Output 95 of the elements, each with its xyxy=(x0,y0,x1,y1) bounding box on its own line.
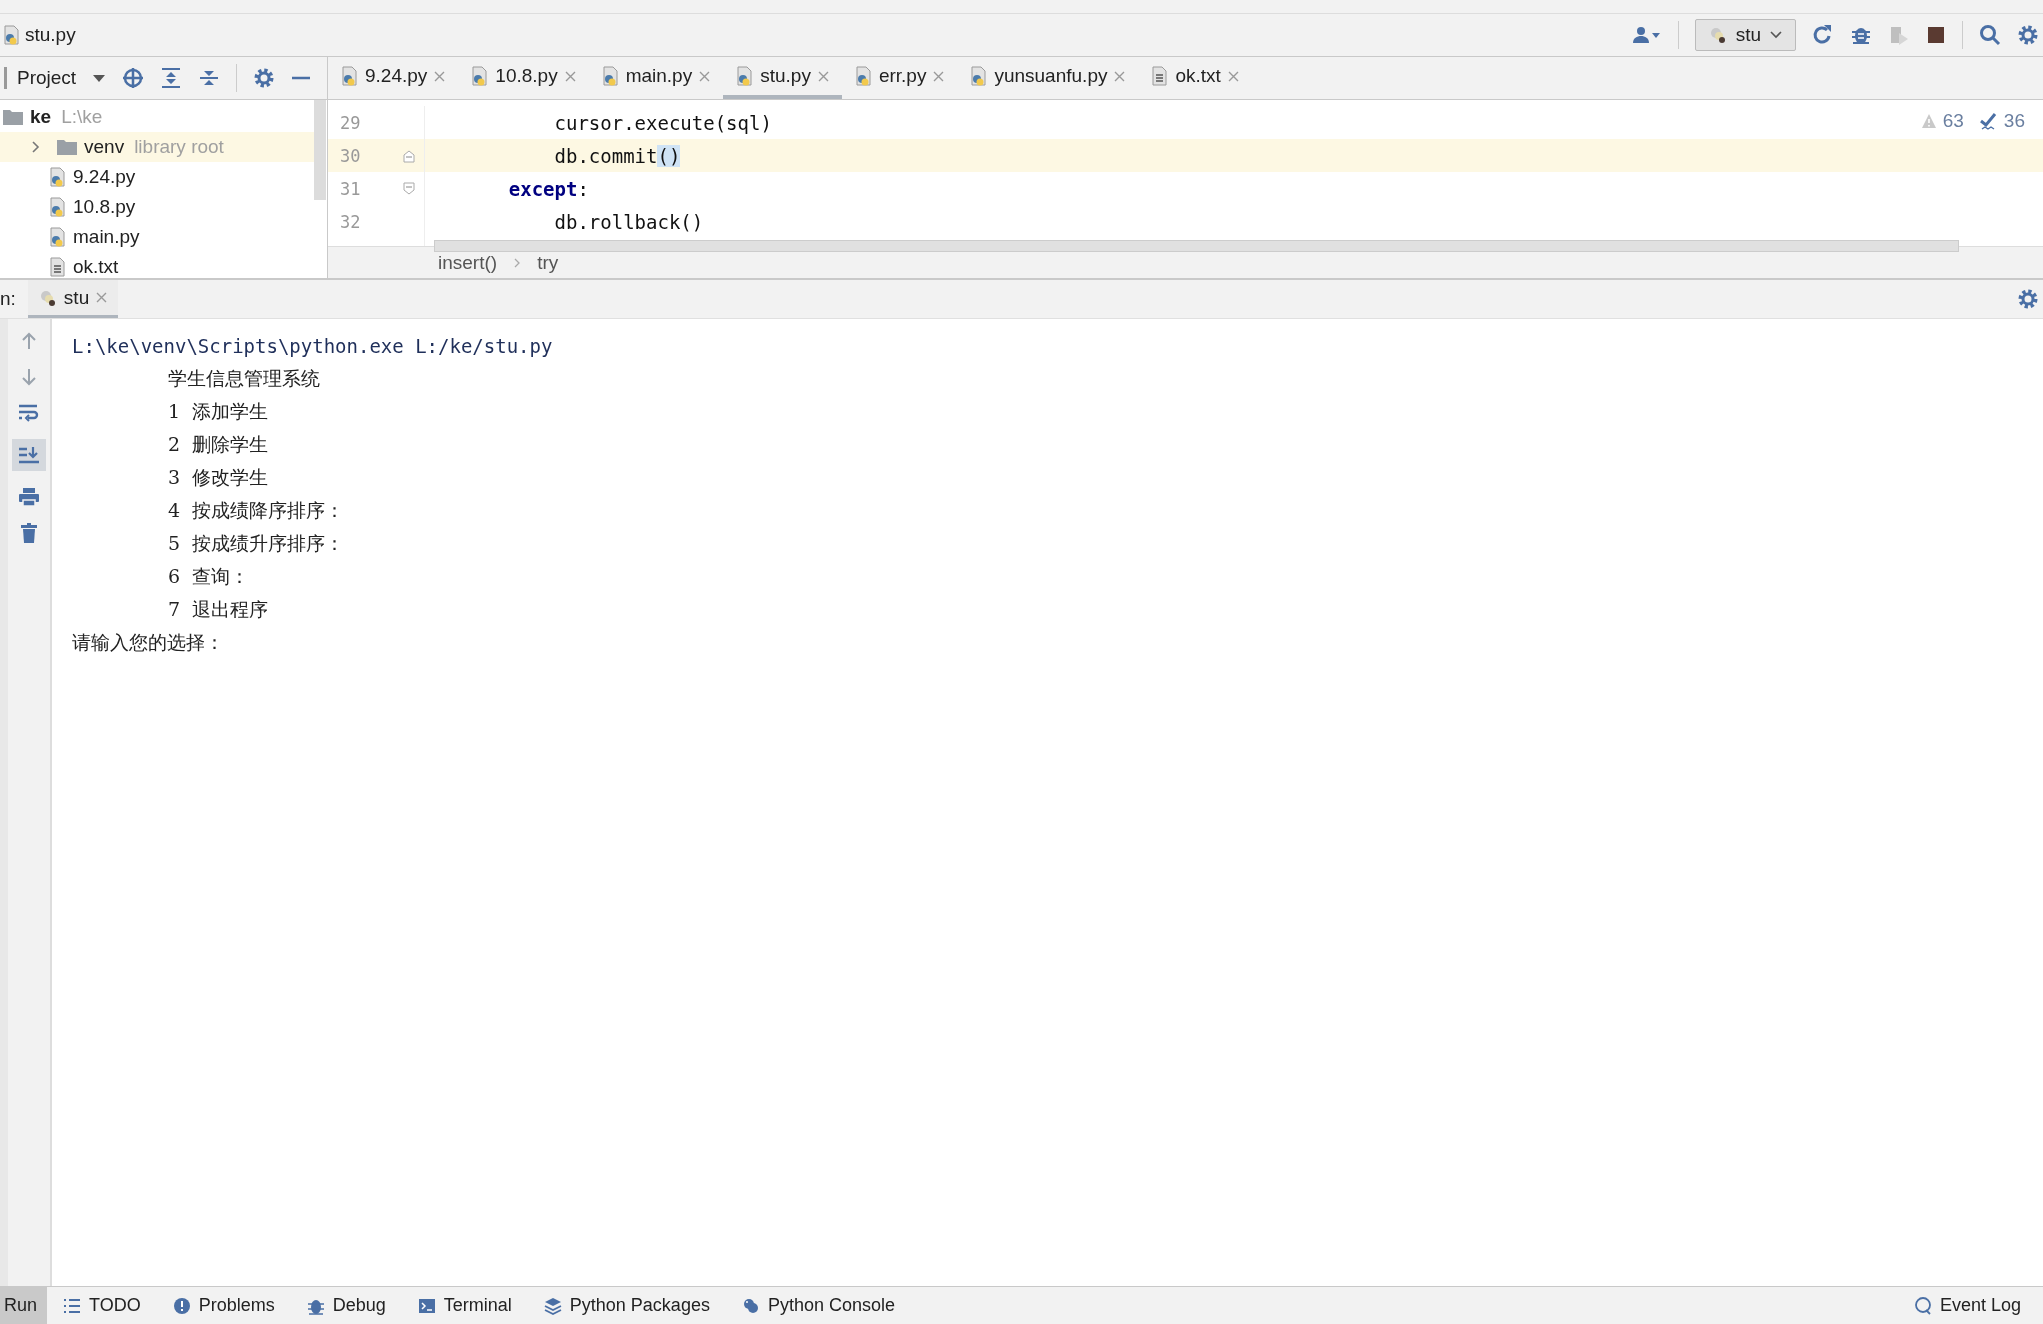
run-tab[interactable]: stu xyxy=(27,280,119,318)
settings-icon[interactable] xyxy=(2017,24,2039,46)
editor-tab[interactable]: 10.8.py xyxy=(458,57,589,99)
caret-icon[interactable] xyxy=(92,73,107,83)
check-icon xyxy=(1979,111,1998,131)
editor-tab[interactable]: err.py xyxy=(841,57,958,99)
python-file-icon xyxy=(853,66,873,86)
chevron-icon xyxy=(513,257,522,268)
tool-window-button[interactable]: Debug xyxy=(290,1287,402,1324)
run-config-dropdown[interactable]: stu xyxy=(1694,19,1796,51)
breadcrumb[interactable]: try xyxy=(537,251,559,274)
settings-icon[interactable] xyxy=(2017,288,2039,310)
weak-warning-count[interactable]: 36 xyxy=(2003,110,2025,132)
warning-count[interactable]: 63 xyxy=(1942,110,1964,132)
tree-item[interactable]: 10.8.py xyxy=(0,192,314,222)
line-number: 32 xyxy=(340,211,361,232)
line-number: 29 xyxy=(340,112,361,133)
panel-label: n: xyxy=(0,288,16,310)
close-icon[interactable] xyxy=(433,69,447,83)
breadcrumb[interactable]: insert() xyxy=(438,251,498,274)
console-output-line: 学生信息管理系统 xyxy=(167,365,321,391)
editor-tab[interactable]: main.py xyxy=(588,57,724,99)
python-file-icon xyxy=(969,66,989,86)
close-icon[interactable] xyxy=(95,291,109,304)
console-output-line: 6 查询： xyxy=(167,563,251,589)
list-icon xyxy=(63,1296,82,1315)
window-title: stu.py xyxy=(25,24,76,46)
editor-tab[interactable]: yunsuanfu.py xyxy=(957,57,1139,99)
close-icon[interactable] xyxy=(563,69,577,83)
locate-icon[interactable] xyxy=(122,67,145,89)
console-output-line: 5 按成绩升序排序： xyxy=(167,530,346,556)
python-file-icon xyxy=(600,66,620,86)
tool-window-button[interactable]: Python Packages xyxy=(527,1287,726,1324)
console-output-line: 4 按成绩降序排序： xyxy=(167,497,346,523)
scroll-to-end-icon[interactable] xyxy=(12,439,46,471)
info-icon xyxy=(172,1296,191,1315)
folder-icon xyxy=(2,107,24,127)
python-file-icon xyxy=(48,197,67,217)
tree-item[interactable]: ok.txt xyxy=(0,252,314,278)
console-output-line: 2 删除学生 xyxy=(167,431,270,457)
scrollbar[interactable] xyxy=(434,240,1959,252)
text-file-icon xyxy=(1150,66,1170,86)
line-number: 31 xyxy=(340,178,361,199)
down-arrow-icon[interactable] xyxy=(19,367,39,387)
python-file-icon xyxy=(340,66,359,86)
console-output-line: 请输入您的选择： xyxy=(72,629,225,655)
text-file-icon xyxy=(48,257,67,277)
close-icon[interactable] xyxy=(816,69,830,83)
warning-icon xyxy=(1920,113,1937,129)
console-output-line: 3 修改学生 xyxy=(167,464,270,490)
code-line: db.rollback() xyxy=(553,210,704,233)
print-icon[interactable] xyxy=(18,487,40,507)
project-view-dropdown[interactable]: Project xyxy=(4,67,77,89)
console-output-line: 1 添加学生 xyxy=(167,398,270,424)
tree-item[interactable]: main.py xyxy=(0,222,314,252)
layers-icon xyxy=(543,1296,562,1315)
search-icon[interactable] xyxy=(1979,24,2001,46)
code-line: db.commit() xyxy=(553,144,681,167)
trash-icon[interactable] xyxy=(20,523,38,543)
editor-tab[interactable]: ok.txt xyxy=(1138,57,1252,99)
line-number: 30 xyxy=(340,145,361,166)
python-icon xyxy=(741,1296,760,1315)
user-icon[interactable] xyxy=(1631,25,1662,45)
rerun-icon[interactable] xyxy=(1812,24,1834,46)
scrollbar[interactable] xyxy=(314,100,326,200)
python-file-icon xyxy=(48,227,67,247)
close-icon[interactable] xyxy=(698,69,712,83)
folder-icon xyxy=(56,137,78,157)
close-icon[interactable] xyxy=(1113,69,1127,83)
tool-window-button[interactable]: Problems xyxy=(156,1287,291,1324)
terminal-icon xyxy=(417,1296,436,1315)
code-line: cursor.execute(sql) xyxy=(553,111,772,134)
python-file-icon xyxy=(48,167,67,187)
python-file-icon xyxy=(2,25,21,45)
tool-window-button[interactable]: Run xyxy=(0,1287,48,1324)
caret-icon xyxy=(1769,30,1783,40)
settings-icon[interactable] xyxy=(253,67,276,89)
stop-icon[interactable] xyxy=(1926,25,1946,45)
console-output-line: L:\ke\venv\Scripts\python.exe L:/ke/stu.py xyxy=(72,333,554,359)
event-log-button[interactable]: Event Log xyxy=(1897,1287,2037,1324)
python-file-icon xyxy=(735,66,755,86)
close-icon[interactable] xyxy=(1226,69,1240,83)
tool-window-button[interactable]: Terminal xyxy=(401,1287,528,1324)
console-output-line: 7 退出程序 xyxy=(167,596,270,622)
close-icon[interactable] xyxy=(932,69,946,83)
tree-item[interactable]: venv library root xyxy=(0,132,314,162)
expand-all-icon[interactable] xyxy=(160,67,183,89)
soft-wrap-icon[interactable] xyxy=(18,403,40,423)
tool-window-button[interactable]: Python Console xyxy=(725,1287,911,1324)
python-file-icon xyxy=(470,66,490,86)
editor-tab[interactable]: 9.24.py xyxy=(328,57,459,99)
tree-item[interactable]: 9.24.py xyxy=(0,162,314,192)
tree-item[interactable]: ke L:\ke xyxy=(0,102,314,132)
code-line: except: xyxy=(507,177,589,200)
tool-window-button[interactable]: TODO xyxy=(47,1287,157,1324)
